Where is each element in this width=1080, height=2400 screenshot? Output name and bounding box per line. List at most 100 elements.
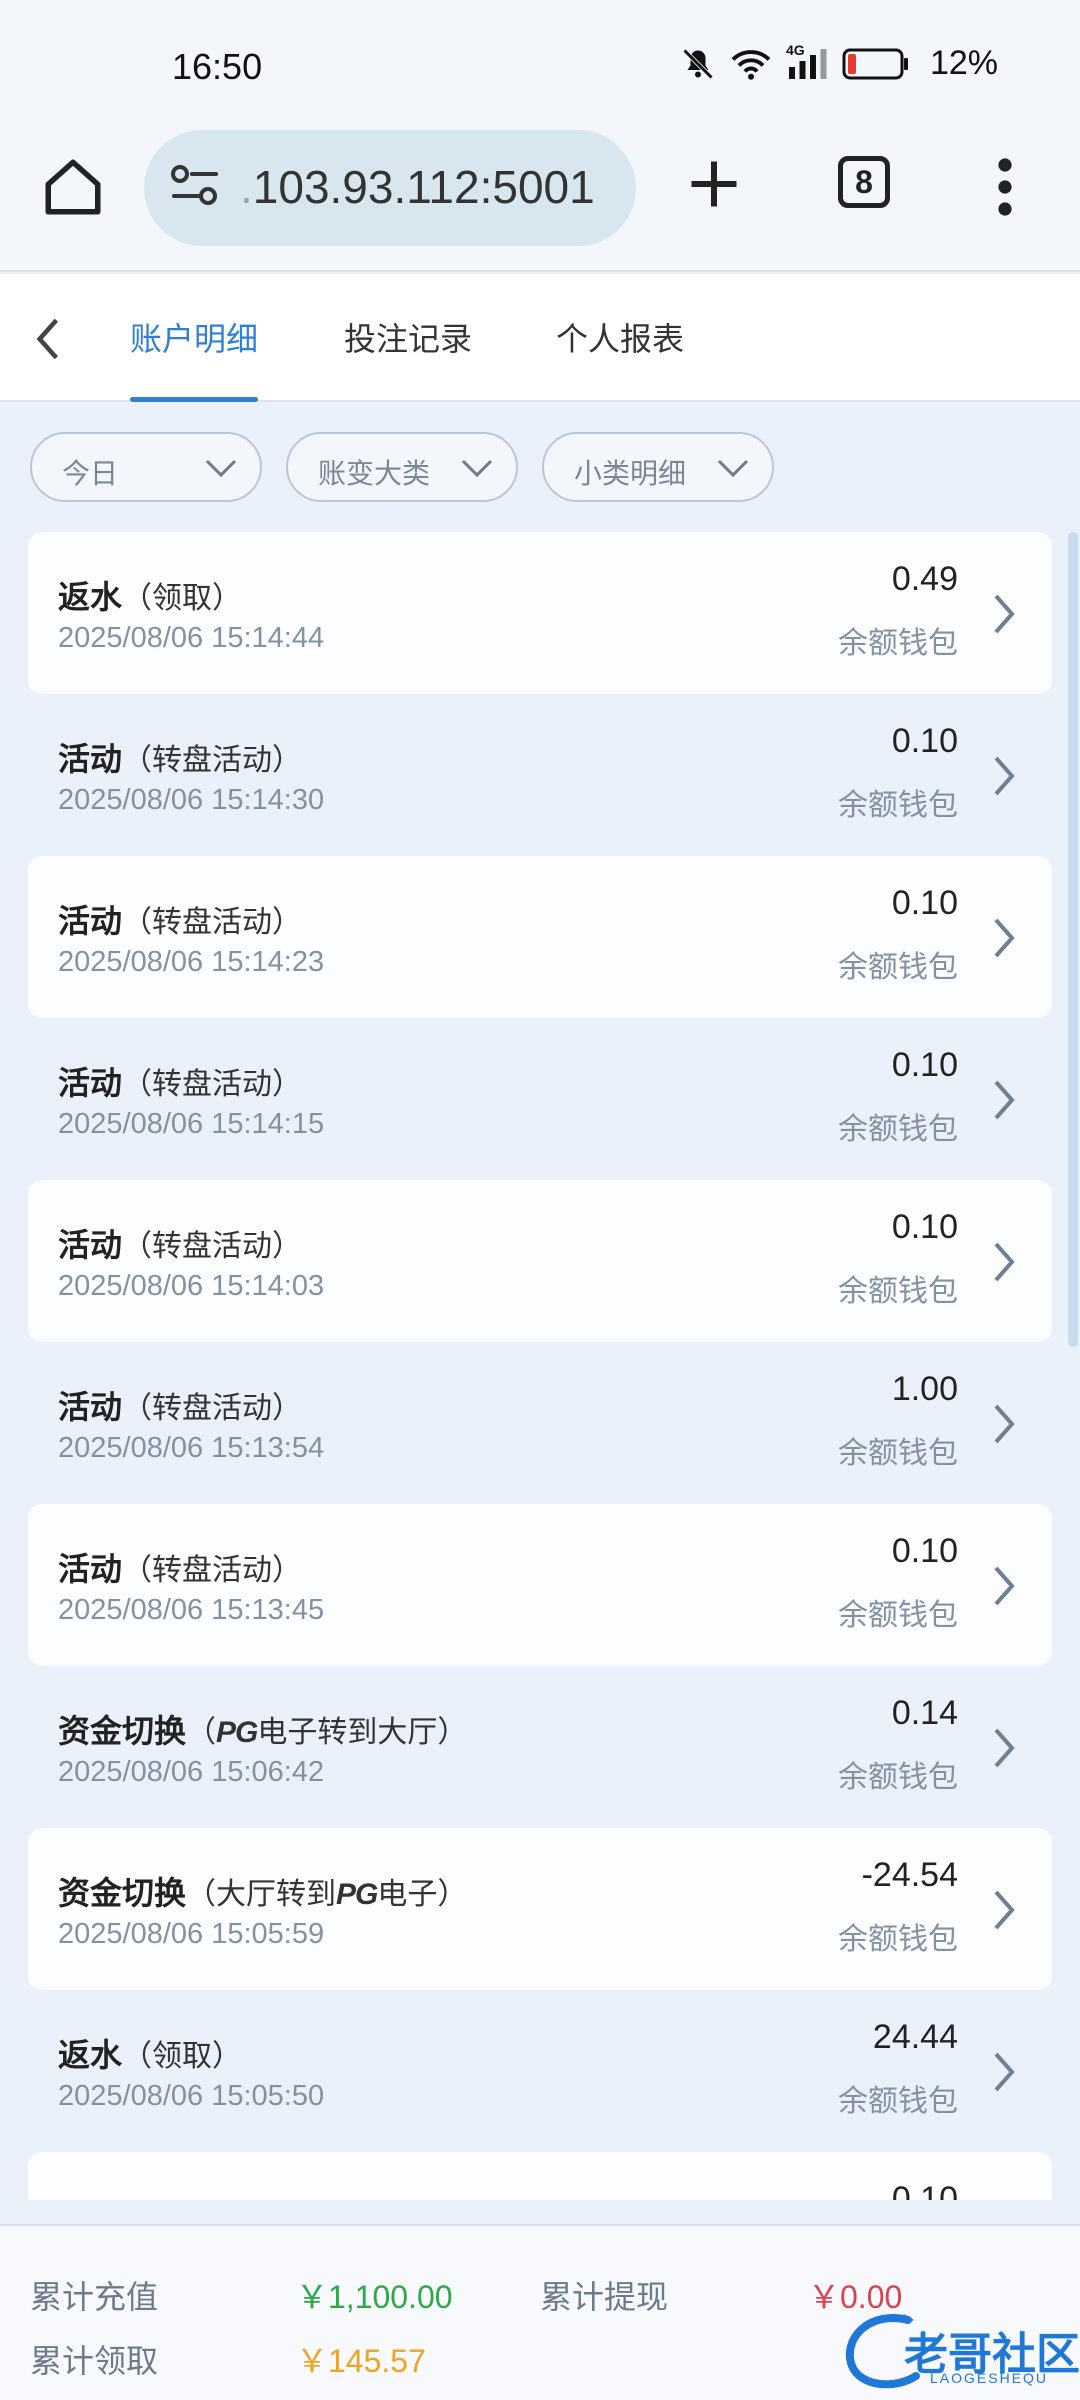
category-filter-dropdown[interactable]: 账变大类 [286, 432, 518, 502]
subcategory-filter-dropdown[interactable]: 小类明细 [542, 432, 774, 502]
record-subcategory: （转盘活动） [122, 1392, 303, 1425]
record-wallet: 余额钱包 [838, 789, 958, 822]
chevron-right-icon[interactable] [990, 1726, 1018, 1775]
chevron-right-icon[interactable] [990, 1888, 1018, 1937]
record-row[interactable]: 活动（转盘活动） 2025/08/06 15:14:30 0.10 余额钱包 [28, 694, 1052, 856]
watermark-subtext: LAOGESHEQU [930, 2370, 1049, 2386]
record-category: 活动 [58, 903, 123, 939]
chevron-down-icon [717, 459, 749, 478]
cellular-signal-icon: 4G [786, 42, 828, 82]
home-button[interactable] [40, 154, 106, 220]
chevron-right-icon[interactable] [990, 1078, 1018, 1127]
status-bar: 16:50 4G 12% [0, 0, 1080, 130]
record-wallet: 余额钱包 [838, 1599, 958, 1632]
url-text[interactable]: .103.93.112:5001 [240, 160, 620, 214]
record-wallet: 余额钱包 [838, 1761, 958, 1794]
record-category: 资金切换 [58, 2199, 186, 2200]
record-time: 2025/08/06 15:14:15 [58, 1108, 325, 1140]
record-row[interactable]: 活动（转盘活动） 2025/08/06 15:14:15 0.10 余额钱包 [28, 1018, 1052, 1180]
record-title: 返水（领取） [58, 2030, 242, 2076]
summary-footer: 累计充值 ￥1,100.00 累计提现 ￥0.00 累计领取 ￥145.57 老… [0, 2224, 1080, 2400]
record-title: 资金切换（PG电子转到大厅） [58, 1706, 467, 1752]
record-amount: 0.49 [891, 560, 958, 598]
record-time: 2025/08/06 15:06:42 [58, 1756, 325, 1788]
chevron-right-icon[interactable] [990, 754, 1018, 803]
back-button[interactable] [28, 314, 68, 364]
record-category: 资金切换 [58, 1713, 187, 1749]
chevron-right-icon[interactable] [990, 1564, 1018, 1613]
record-time: 2025/08/06 15:14:03 [58, 1270, 325, 1302]
record-amount: 0.10 [891, 1208, 958, 1246]
record-title: 活动（转盘活动） [58, 1544, 302, 1590]
record-row[interactable]: 资金切换（PG电子转到大厅） 2025/08/06 15:06:42 0.14 余额钱… [28, 1666, 1052, 1828]
record-row[interactable]: 资金切换（大厅转到PG电子） 2025/08/06 15:05:59 -24.54 余… [28, 1828, 1052, 1990]
chevron-right-icon[interactable] [990, 1402, 1018, 1451]
total-claim-label: 累计领取 [30, 2343, 159, 2379]
new-tab-button[interactable] [684, 154, 744, 214]
record-detail: 转盘活动 [152, 1392, 273, 1425]
record-category: 资金切换 [58, 1875, 187, 1911]
chevron-down-icon [205, 459, 237, 478]
record-title: 返水（领取） [58, 572, 242, 618]
site-settings-icon[interactable] [170, 162, 220, 213]
record-detail: 转盘活动 [152, 1230, 273, 1263]
record-time: 2025/08/06 15:13:54 [58, 1432, 325, 1464]
battery-icon [842, 47, 910, 81]
page-tab-bar: 账户明细 投注记录 个人报表 [0, 274, 1080, 402]
category-filter-label: 账变大类 [318, 458, 431, 489]
pg-logo-icon: PG [336, 1878, 378, 1911]
records-list: 返水（领取） 2025/08/06 15:14:44 0.49 余额钱包 活动（转盘活动… [28, 532, 1052, 2200]
chevron-left-icon [36, 318, 59, 360]
record-category: 返水 [58, 579, 123, 615]
date-filter-dropdown[interactable]: 今日 [30, 432, 262, 502]
record-wallet: 余额钱包 [838, 1275, 958, 1308]
total-withdraw-label: 累计提现 [540, 2279, 669, 2315]
chevron-right-icon[interactable] [990, 916, 1018, 965]
record-detail: 转盘活动 [152, 1554, 273, 1587]
tab-bet-records[interactable]: 投注记录 [344, 314, 472, 402]
record-time: 2025/08/06 15:05:50 [58, 2080, 325, 2112]
records-list-viewport[interactable]: 返水（领取） 2025/08/06 15:14:44 0.49 余额钱包 活动（转盘活动… [0, 530, 1080, 2200]
record-subcategory: （转盘活动） [122, 906, 303, 939]
record-subcategory: （转盘活动） [122, 744, 303, 777]
record-time: 2025/08/06 15:13:45 [58, 1594, 325, 1626]
tab-personal-report[interactable]: 个人报表 [556, 314, 684, 402]
record-row[interactable]: 返水（领取） 2025/08/06 15:14:44 0.49 余额钱包 [28, 532, 1052, 694]
record-row[interactable]: 活动（转盘活动） 2025/08/06 15:13:54 1.00 余额钱包 [28, 1342, 1052, 1504]
record-amount: 0.10 [891, 884, 958, 922]
scrollbar-thumb[interactable] [1068, 532, 1078, 1347]
record-title: 活动（转盘活动） [58, 896, 302, 942]
filter-row: 今日 账变大类 小类明细 [30, 432, 774, 502]
record-row[interactable]: 活动（转盘活动） 2025/08/06 15:14:03 0.10 余额钱包 [28, 1180, 1052, 1342]
status-icons: 4G 12% [680, 42, 998, 83]
record-detail: 电子转到大厅 [257, 1716, 438, 1749]
record-row[interactable]: 资金切换（PG电子转到大厅） 0.10 [28, 2152, 1052, 2200]
record-wallet: 余额钱包 [838, 1113, 958, 1146]
record-row[interactable]: 活动（转盘活动） 2025/08/06 15:13:45 0.10 余额钱包 [28, 1504, 1052, 1666]
record-category: 活动 [58, 1227, 123, 1263]
record-subcategory: （转盘活动） [122, 1230, 303, 1263]
chevron-right-icon[interactable] [990, 2050, 1018, 2099]
chevron-right-icon[interactable] [990, 1240, 1018, 1289]
browser-menu-button[interactable] [990, 154, 1020, 220]
record-subcategory: （转盘活动） [122, 1554, 303, 1587]
record-detail-tail: 电子 [377, 1878, 438, 1911]
record-row[interactable]: 活动（转盘活动） 2025/08/06 15:14:23 0.10 余额钱包 [28, 856, 1052, 1018]
battery-percent: 12% [929, 44, 998, 82]
record-detail: 转盘活动 [152, 1068, 273, 1101]
address-bar[interactable]: .103.93.112:5001 [144, 130, 636, 246]
chevron-down-icon [461, 459, 493, 478]
tab-switcher-button[interactable]: 8 [838, 156, 890, 208]
record-category: 活动 [58, 1065, 123, 1101]
record-amount: 0.10 [891, 1532, 958, 1570]
tab-account-details[interactable]: 账户明细 [130, 314, 259, 402]
home-icon [45, 159, 101, 215]
chevron-right-icon[interactable] [990, 592, 1018, 641]
record-time: 2025/08/06 15:14:23 [58, 946, 325, 978]
record-subcategory: （转盘活动） [122, 1068, 303, 1101]
record-row[interactable]: 返水（领取） 2025/08/06 15:05:50 24.44 余额钱包 [28, 1990, 1052, 2152]
record-wallet: 余额钱包 [838, 2085, 958, 2118]
record-subcategory: （领取） [122, 582, 243, 615]
record-title: 资金切换（PG电子转到大厅） [58, 2192, 467, 2200]
total-recharge-label: 累计充值 [30, 2279, 159, 2315]
